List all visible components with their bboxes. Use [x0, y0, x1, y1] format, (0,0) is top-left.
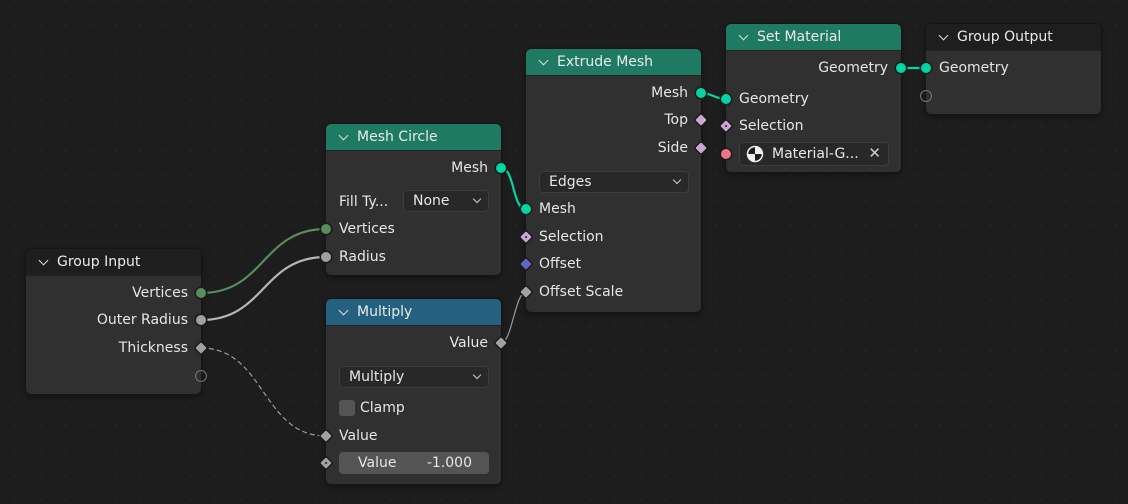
output-socket-geometry[interactable] [896, 63, 906, 73]
output-socket-mesh[interactable] [496, 163, 506, 173]
collapse-chevron-icon[interactable] [338, 130, 349, 140]
node-header[interactable]: Multiply [326, 299, 501, 326]
link-thickness [200, 347, 327, 437]
node-header[interactable]: Group Input [26, 249, 201, 276]
value-field-label: Value [358, 455, 397, 471]
socket-label: Mesh [539, 201, 576, 217]
fill-type-value: None [413, 193, 450, 209]
chevron-down-icon [472, 194, 482, 204]
socket-label: Offset [539, 256, 582, 272]
output-socket-mesh[interactable] [696, 88, 706, 98]
input-socket-value-1[interactable] [320, 430, 332, 442]
operation-dropdown[interactable]: Multiply [339, 366, 489, 388]
socket-label: Vertices [132, 285, 188, 301]
output-socket-value[interactable] [495, 337, 507, 349]
material-selector[interactable]: Material-G... ✕ [739, 142, 889, 166]
socket-label: Value [339, 428, 378, 444]
socket-label: Selection [539, 229, 604, 245]
collapse-chevron-icon[interactable] [938, 30, 949, 40]
input-socket-mesh[interactable] [521, 204, 531, 214]
node-title: Multiply [357, 304, 413, 320]
socket-label: Offset Scale [539, 284, 624, 300]
socket-label: Geometry [739, 91, 809, 107]
node-extrude-mesh[interactable]: Extrude Mesh Mesh Top Side Edges Mesh Se… [520, 49, 707, 312]
link-mesh [500, 166, 527, 211]
socket-label: Geometry [818, 60, 888, 76]
link-value [500, 291, 527, 344]
chevron-down-icon [472, 370, 482, 380]
input-socket-selection[interactable] [520, 231, 532, 243]
link-vertices [200, 227, 327, 295]
collapse-chevron-icon[interactable] [338, 305, 349, 315]
input-socket-material[interactable] [721, 149, 731, 159]
input-socket-geometry[interactable] [921, 63, 931, 73]
socket-label: Value [449, 335, 488, 351]
node-title: Group Input [57, 254, 141, 270]
socket-label: Vertices [339, 221, 395, 237]
material-icon [746, 145, 764, 163]
node-multiply[interactable]: Multiply Value Multiply Clamp Value Valu… [320, 299, 507, 484]
input-socket-selection[interactable] [720, 120, 732, 132]
node-group-input[interactable]: Group Input Vertices Outer Radius Thickn… [26, 249, 207, 394]
node-header[interactable]: Extrude Mesh [526, 49, 701, 76]
clear-material-icon[interactable]: ✕ [868, 144, 881, 162]
socket-label: Thickness [118, 340, 188, 356]
node-header[interactable]: Group Output [926, 24, 1101, 51]
input-socket-offset[interactable] [520, 258, 532, 270]
socket-label: Mesh [651, 85, 688, 101]
output-socket-vertices[interactable] [196, 288, 206, 298]
collapse-chevron-icon[interactable] [738, 30, 749, 40]
node-title: Mesh Circle [357, 129, 438, 145]
socket-label: Selection [739, 118, 804, 134]
material-name: Material-G... [772, 146, 859, 162]
fill-type-label: Fill Ty... [339, 194, 389, 210]
socket-label: Geometry [939, 60, 1009, 76]
node-mesh-circle[interactable]: Mesh Circle Mesh Fill Ty... None Vertice… [321, 124, 506, 275]
socket-label: Radius [339, 249, 386, 265]
fill-type-dropdown[interactable]: None [403, 190, 489, 212]
node-header[interactable]: Mesh Circle [326, 124, 501, 151]
mode-dropdown[interactable]: Edges [539, 171, 689, 193]
node-title: Extrude Mesh [557, 54, 654, 70]
node-title: Set Material [757, 29, 842, 45]
socket-label: Mesh [451, 160, 488, 176]
input-socket-vertices[interactable] [321, 224, 331, 234]
input-socket-offset-scale[interactable] [520, 286, 532, 298]
clamp-label: Clamp [360, 400, 405, 416]
value-field-number: -1.000 [426, 455, 472, 471]
collapse-chevron-icon[interactable] [538, 55, 549, 65]
output-socket-side[interactable] [695, 142, 707, 154]
mode-value: Edges [549, 174, 592, 190]
operation-value: Multiply [349, 369, 405, 385]
input-socket-radius[interactable] [321, 252, 331, 262]
collapse-chevron-icon[interactable] [38, 255, 49, 265]
value-field[interactable]: Value -1.000 [339, 452, 489, 474]
output-socket-top[interactable] [695, 114, 707, 126]
output-socket-outer-radius[interactable] [196, 315, 206, 325]
link-radius [200, 255, 327, 322]
clamp-checkbox[interactable] [339, 400, 355, 416]
input-socket-empty[interactable] [920, 90, 932, 102]
input-socket-geometry[interactable] [721, 94, 731, 104]
socket-label: Outer Radius [96, 312, 188, 328]
chevron-down-icon [672, 175, 682, 185]
node-title: Group Output [957, 29, 1053, 45]
node-set-material[interactable]: Set Material Geometry Geometry Selection… [720, 24, 906, 172]
output-socket-thickness[interactable] [195, 342, 207, 354]
node-header[interactable]: Set Material [726, 24, 901, 51]
input-socket-value-2[interactable] [320, 457, 332, 469]
socket-label: Side [657, 140, 688, 156]
socket-label: Top [664, 112, 688, 128]
node-group-output[interactable]: Group Output Geometry [920, 24, 1101, 114]
output-socket-empty[interactable] [195, 370, 207, 382]
